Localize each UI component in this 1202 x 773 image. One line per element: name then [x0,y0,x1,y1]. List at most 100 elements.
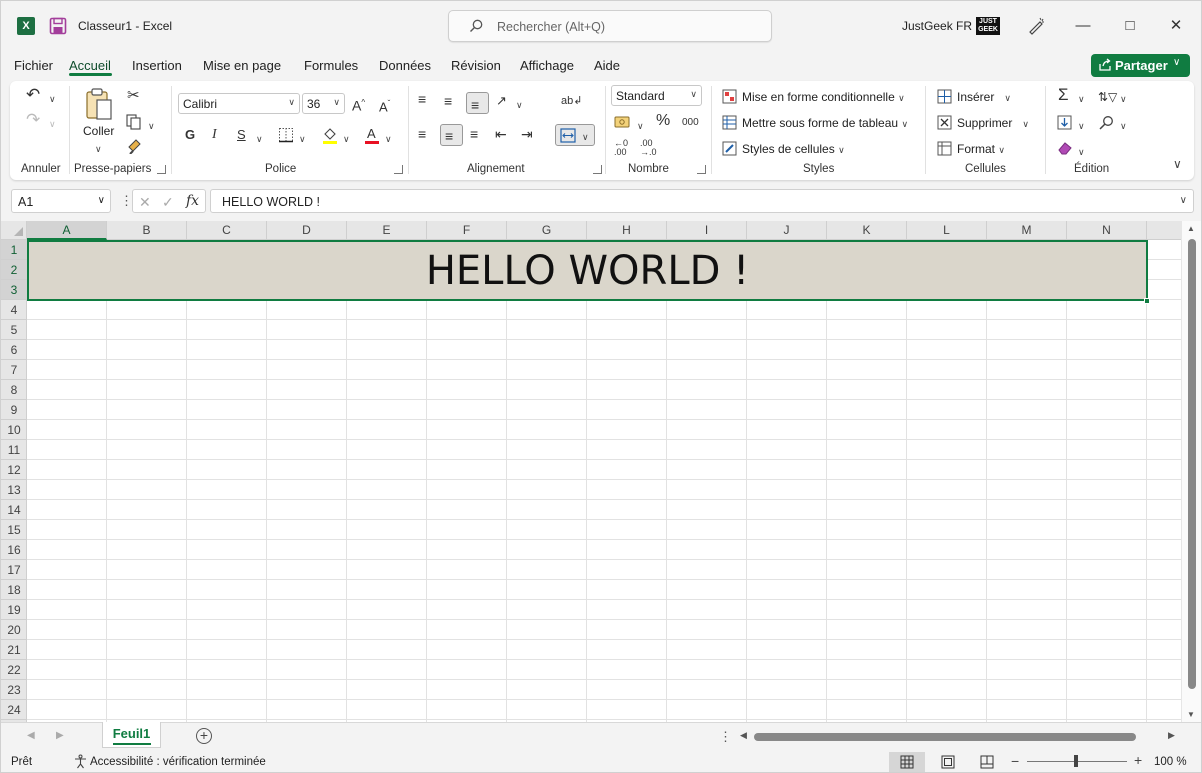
scroll-down-icon[interactable]: ▼ [1187,710,1195,719]
number-launcher-icon[interactable] [697,165,706,174]
save-icon[interactable] [49,17,67,35]
worksheet-grid[interactable]: ABCDEFGHIJKLMN 1 2 3 4 5 6 7 8 9 10 11 12 13 14 15 16 17… [1,221,1201,722]
grow-font-icon[interactable]: A^ [352,95,365,114]
normal-view-button[interactable] [889,752,925,772]
column-header[interactable]: L [907,221,987,240]
row-header[interactable]: 6 [1,340,27,360]
row-header[interactable]: 5 [1,320,27,340]
align-middle-icon[interactable]: ≡ [444,93,452,109]
tab-aide[interactable]: Aide [594,58,620,73]
number-format-select[interactable]: Standard ∨ [611,85,702,106]
fill-color-icon[interactable] [322,126,338,144]
font-color-dropdown-icon[interactable]: ∨ [385,131,392,147]
percent-button[interactable]: % [656,113,670,129]
font-color-icon[interactable]: A [364,126,380,144]
shrink-font-icon[interactable]: Aˇ [379,96,390,115]
orientation-dropdown-icon[interactable]: ∨ [516,97,523,113]
alignment-launcher-icon[interactable] [593,165,602,174]
cancel-icon[interactable]: ✕ [139,194,151,211]
accounting-format-icon[interactable] [614,115,630,129]
user-name[interactable]: JustGeek FR [902,19,972,33]
row-header[interactable]: 19 [1,600,27,620]
row-header[interactable]: 1 [1,240,27,260]
delete-cells-button[interactable]: Supprimer ∨ [957,116,1029,130]
tab-mise-en-page[interactable]: Mise en page [203,58,281,73]
decrease-indent-icon[interactable]: ⇤ [495,126,507,142]
row-header[interactable]: 12 [1,460,27,480]
align-center-button[interactable]: ≡ [440,124,463,146]
column-header[interactable]: A [27,221,107,240]
borders-icon[interactable] [278,127,294,143]
fill-dropdown-icon[interactable]: ∨ [1078,118,1085,134]
autosum-icon[interactable]: Σ [1058,86,1069,103]
next-sheet-icon[interactable]: ▶ [56,730,64,741]
row-header[interactable]: 3 [1,280,27,300]
share-button[interactable]: Partager ∨ [1091,54,1190,77]
enter-icon[interactable]: ✓ [162,194,174,211]
row-header[interactable]: 17 [1,560,27,580]
row-header[interactable]: 2 [1,260,27,280]
clear-icon[interactable] [1057,141,1073,155]
thousands-button[interactable]: 000 [682,115,699,131]
paste-icon[interactable] [84,87,114,121]
italic-button[interactable]: I [212,127,217,143]
decrease-decimal-icon[interactable]: .00 →.0 [640,139,657,157]
borders-dropdown-icon[interactable]: ∨ [299,131,306,147]
sort-dropdown-icon[interactable]: ∨ [1120,91,1127,107]
zoom-out-icon[interactable]: − [1011,753,1019,769]
format-painter-icon[interactable] [127,138,143,154]
merge-center-button[interactable]: ∨ [555,124,595,146]
pen-icon[interactable] [1026,16,1046,36]
wrap-text-icon[interactable]: ab↲ [561,93,582,109]
find-select-icon[interactable] [1098,115,1114,131]
close-icon[interactable]: ✕ [1164,14,1188,38]
undo-icon[interactable]: ↶ [26,86,40,103]
font-name-select[interactable]: Calibri ∨ [178,93,300,114]
zoom-in-icon[interactable]: + [1134,752,1142,768]
redo-icon[interactable]: ↷ [26,111,40,128]
scroll-right-icon[interactable]: ▶ [1168,730,1175,741]
format-cells-button[interactable]: Format ∨ [957,142,1005,156]
tab-formules[interactable]: Formules [304,58,358,73]
merged-cell-a1[interactable]: HELLO WORLD ! [27,240,1148,301]
add-sheet-icon[interactable]: + [196,728,212,744]
expand-formula-icon[interactable]: ∨ [1180,195,1187,206]
zoom-level[interactable]: 100 % [1154,756,1187,768]
align-bottom-button[interactable]: ≡ [466,92,489,114]
sort-filter-icon[interactable]: ⇅▽ [1098,89,1117,105]
column-header[interactable]: H [587,221,667,240]
row-header[interactable]: 7 [1,360,27,380]
tab-affichage[interactable]: Affichage [520,58,574,73]
fill-handle[interactable] [1144,298,1150,304]
clear-dropdown-icon[interactable]: ∨ [1078,144,1085,160]
paste-button[interactable]: Coller [83,124,114,138]
row-header[interactable]: 15 [1,520,27,540]
tab-donnees[interactable]: Données [379,58,431,73]
row-header[interactable]: 21 [1,640,27,660]
page-layout-view-button[interactable] [930,752,966,772]
row-header[interactable]: 16 [1,540,27,560]
row-header[interactable]: 22 [1,660,27,680]
column-header[interactable]: K [827,221,907,240]
select-all-button[interactable] [1,221,27,240]
row-header[interactable]: 18 [1,580,27,600]
zoom-slider-thumb[interactable] [1074,755,1078,767]
column-header[interactable]: D [267,221,347,240]
underline-button[interactable]: S [237,127,246,143]
clipboard-launcher-icon[interactable] [157,165,166,174]
row-header[interactable]: 13 [1,480,27,500]
tab-split-icon[interactable]: ⋮ [719,729,732,745]
column-header[interactable]: E [347,221,427,240]
row-header[interactable]: 8 [1,380,27,400]
increase-indent-icon[interactable]: ⇥ [521,126,533,142]
column-header[interactable]: F [427,221,507,240]
align-right-icon[interactable]: ≡ [470,126,478,142]
row-header[interactable]: 9 [1,400,27,420]
cut-icon[interactable]: ✂ [127,88,140,104]
accessibility-icon[interactable] [73,754,88,769]
page-break-view-button[interactable] [969,752,1005,772]
accessibility-status[interactable]: Accessibilité : vérification terminée [90,756,266,768]
chevron-down-icon[interactable]: ∨ [98,195,105,206]
scroll-up-icon[interactable]: ▲ [1187,224,1195,233]
paste-dropdown-icon[interactable]: ∨ [95,141,102,157]
